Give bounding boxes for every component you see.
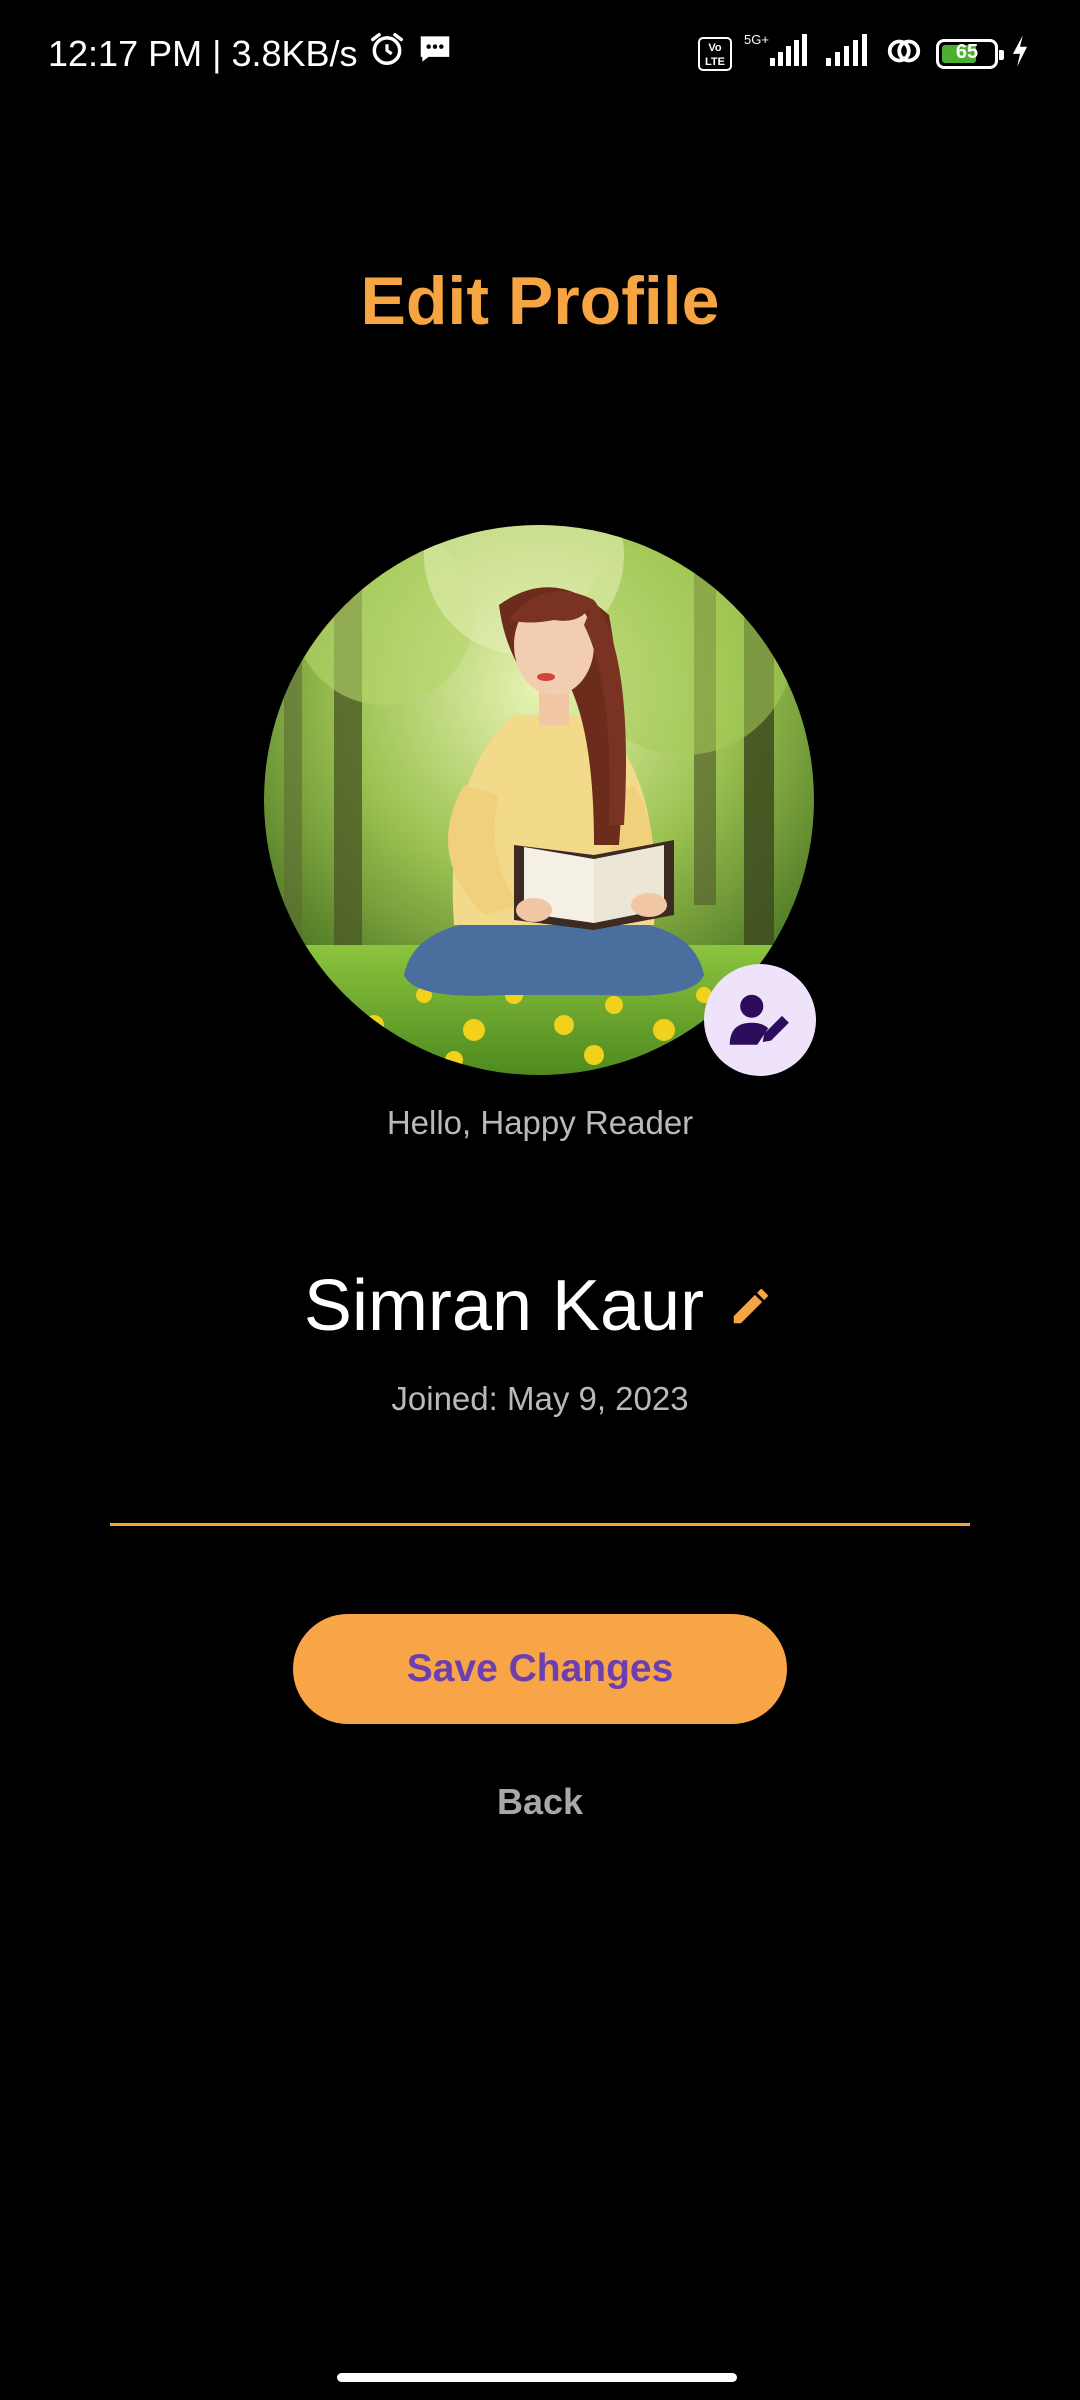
message-icon bbox=[416, 30, 454, 77]
status-bar: 12:17 PM | 3.8KB/s Vo LTE 5G+ 65 bbox=[0, 0, 1080, 110]
battery-icon: 65 bbox=[936, 38, 1004, 69]
edit-name-button[interactable] bbox=[726, 1281, 776, 1331]
volte-badge: Vo LTE bbox=[698, 36, 732, 71]
charging-icon bbox=[1010, 34, 1030, 73]
divider bbox=[110, 1523, 970, 1526]
back-button[interactable]: Back bbox=[420, 1772, 660, 1832]
status-time: 12:17 PM | 3.8KB/s bbox=[48, 32, 358, 74]
greeting-text: Hello, Happy Reader bbox=[386, 1104, 694, 1141]
page-title: Edit Profile bbox=[360, 263, 720, 339]
status-left: 12:17 PM | 3.8KB/s bbox=[48, 30, 454, 77]
battery-cap bbox=[999, 49, 1004, 60]
name-row: Simran Kaur bbox=[0, 1265, 1080, 1347]
status-right: Vo LTE 5G+ 65 bbox=[698, 32, 1030, 75]
signal-icon bbox=[824, 32, 872, 75]
hotspot-icon bbox=[884, 32, 924, 75]
home-indicator[interactable] bbox=[337, 2373, 737, 2382]
edit-photo-button[interactable] bbox=[704, 964, 816, 1076]
user-edit-icon bbox=[729, 994, 789, 1045]
signal-5g-icon: 5G+ bbox=[744, 32, 812, 75]
save-changes-button[interactable]: Save Changes bbox=[293, 1614, 787, 1724]
pencil-icon bbox=[733, 1288, 769, 1324]
battery-level: 65 bbox=[955, 40, 979, 63]
alarm-icon bbox=[368, 30, 406, 77]
network-label: 5G+ bbox=[744, 32, 769, 47]
joined-date: Joined: May 9, 2023 bbox=[391, 1380, 689, 1417]
user-name: Simran Kaur bbox=[303, 1266, 705, 1346]
